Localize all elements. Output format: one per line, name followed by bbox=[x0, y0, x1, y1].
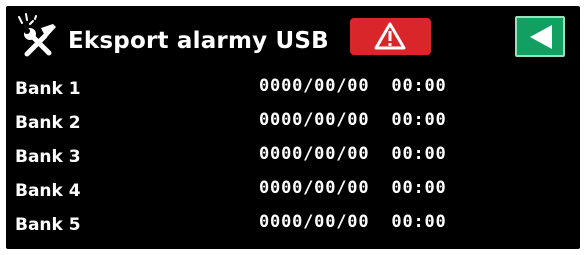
bank-label: Bank 4 bbox=[15, 181, 81, 201]
back-button[interactable] bbox=[515, 16, 565, 57]
bank-label: Bank 3 bbox=[15, 147, 81, 167]
bank-label: Bank 5 bbox=[15, 215, 81, 235]
bank-date-value: 0000/00/00 00:00 bbox=[259, 110, 447, 130]
alarm-button[interactable] bbox=[350, 18, 431, 55]
warning-triangle-icon bbox=[374, 22, 406, 50]
bank-date-value: 0000/00/00 00:00 bbox=[259, 212, 447, 232]
bank-label: Bank 2 bbox=[15, 113, 81, 133]
page-title: Eksport alarmy USB bbox=[68, 28, 329, 54]
bank-row: Bank 3 0000/00/00 00:00 bbox=[6, 142, 580, 172]
bank-row: Bank 2 0000/00/00 00:00 bbox=[6, 108, 580, 138]
tools-icon bbox=[13, 11, 63, 61]
bank-date-value: 0000/00/00 00:00 bbox=[259, 144, 447, 164]
bank-date-value: 0000/00/00 00:00 bbox=[259, 178, 447, 198]
back-arrow-icon bbox=[530, 25, 552, 49]
bank-row: Bank 5 0000/00/00 00:00 bbox=[6, 210, 580, 240]
header: Eksport alarmy USB bbox=[6, 6, 580, 68]
bank-row: Bank 1 0000/00/00 00:00 bbox=[6, 74, 580, 104]
usb-alarm-export-screen: Eksport alarmy USB Bank 1 0000/00/00 00:… bbox=[6, 6, 580, 249]
bank-row: Bank 4 0000/00/00 00:00 bbox=[6, 176, 580, 206]
bank-label: Bank 1 bbox=[15, 79, 81, 99]
bank-date-value: 0000/00/00 00:00 bbox=[259, 76, 447, 96]
